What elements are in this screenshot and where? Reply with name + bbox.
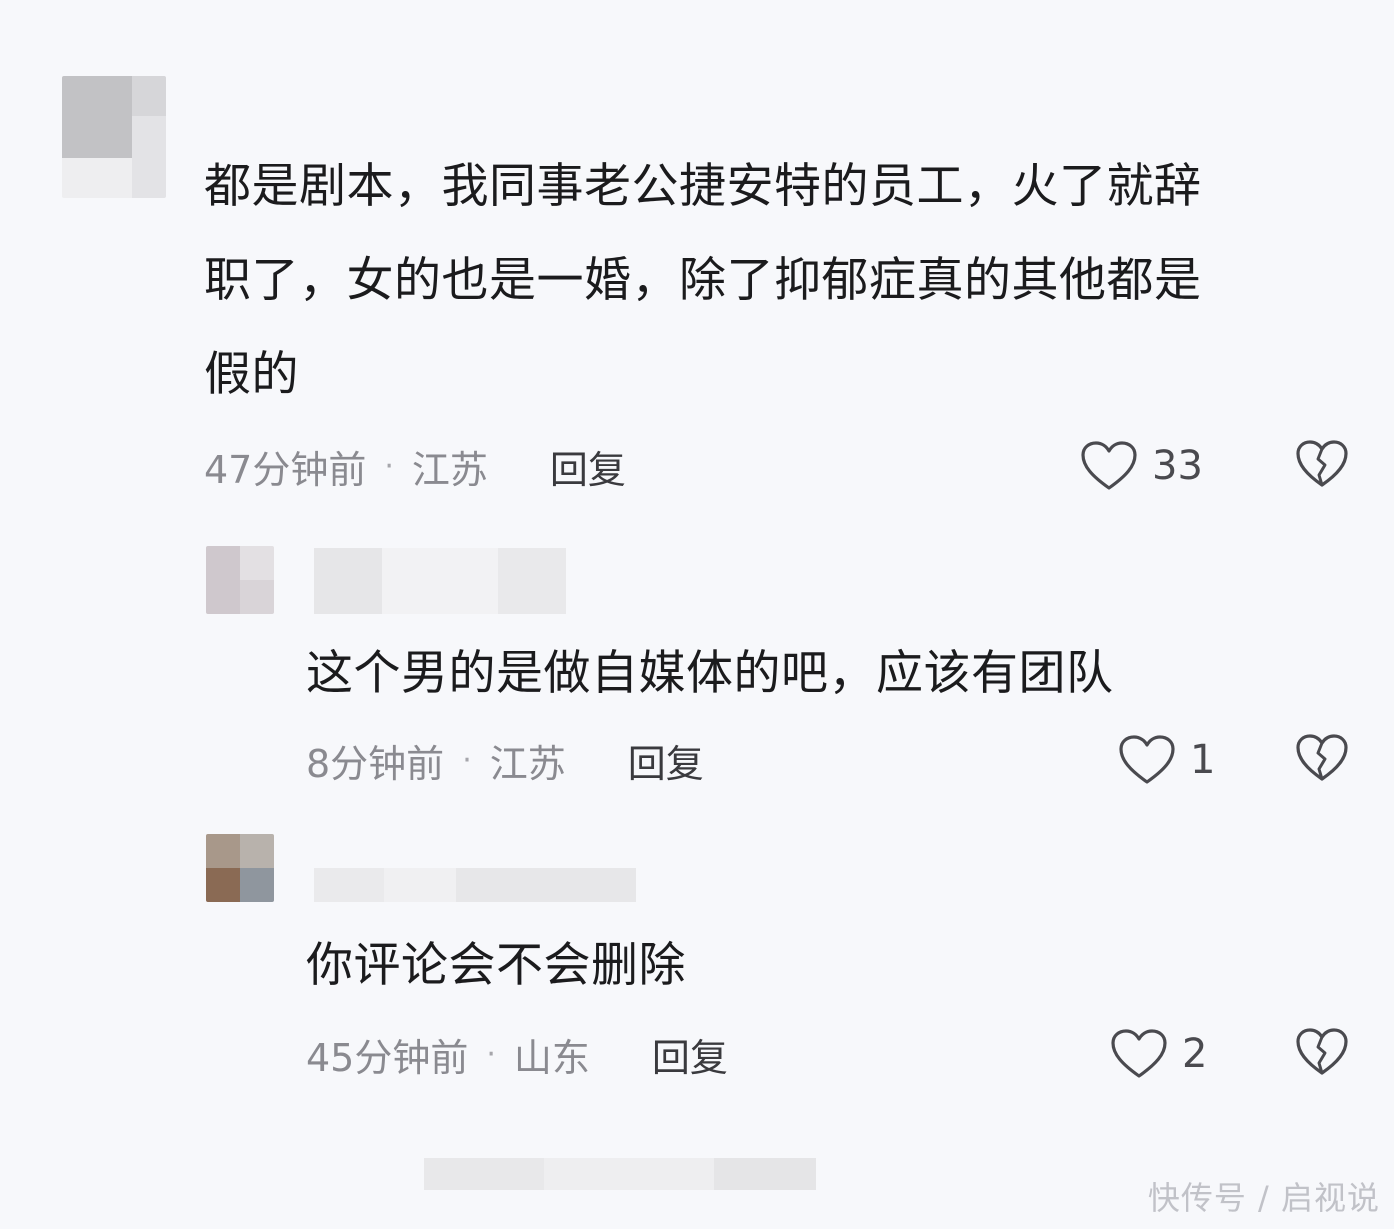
comment-line: 这个男的是做自媒体的吧，应该有团队 (306, 646, 1114, 701)
comment-time: 47分钟前 (204, 447, 367, 492)
comment-text: 你评论会不会删除 (306, 936, 1006, 996)
dislike-button[interactable] (1292, 1024, 1352, 1084)
separator-dot: · (486, 1036, 496, 1072)
avatar[interactable] (62, 76, 166, 198)
like-button[interactable]: 1 (1118, 730, 1215, 790)
reply-button[interactable]: 回复 (628, 733, 704, 788)
broken-heart-icon (1295, 439, 1349, 493)
comment-line: 职了，女的也是一婚，除了抑郁症真的其他都是 (204, 253, 1202, 308)
comment-meta: 47分钟前 · 江苏 回复 (204, 436, 626, 496)
heart-outline-icon (1118, 734, 1176, 786)
avatar[interactable] (206, 834, 274, 902)
username[interactable] (314, 868, 636, 902)
comment-text: 这个男的是做自媒体的吧，应该有团队 (306, 644, 1306, 704)
broken-heart-icon (1295, 733, 1349, 787)
comment-meta: 45分钟前 · 山东 回复 (306, 1024, 728, 1084)
comment-meta: 8分钟前 · 江苏 回复 (306, 730, 704, 790)
collapsed-replies-blur[interactable] (424, 1158, 816, 1190)
separator-dot: · (384, 448, 394, 484)
like-count: 33 (1152, 443, 1203, 489)
reply-button[interactable]: 回复 (550, 439, 626, 494)
dislike-button[interactable] (1292, 436, 1352, 496)
comment-time: 8分钟前 (306, 741, 445, 786)
like-button[interactable]: 2 (1110, 1024, 1207, 1084)
like-count: 1 (1190, 737, 1216, 783)
comment-line: 你评论会不会删除 (306, 938, 686, 993)
broken-heart-icon (1295, 1027, 1349, 1081)
username[interactable] (314, 548, 566, 614)
comment-line: 都是剧本，我同事老公捷安特的员工，火了就辞 (204, 159, 1202, 214)
heart-outline-icon (1080, 440, 1138, 492)
comment-location: 江苏 (489, 741, 566, 786)
comment-line: 假的 (204, 347, 299, 402)
comment-text: 都是剧本，我同事老公捷安特的员工，火了就辞 职了，女的也是一婚，除了抑郁症真的其… (204, 140, 1364, 422)
dislike-button[interactable] (1292, 730, 1352, 790)
like-count: 2 (1182, 1031, 1208, 1077)
avatar[interactable] (206, 546, 274, 614)
comment-location: 山东 (513, 1035, 590, 1080)
watermark: 快传号 / 启视说 (1147, 1179, 1380, 1217)
like-button[interactable]: 33 (1080, 436, 1203, 496)
reply-button[interactable]: 回复 (652, 1027, 728, 1082)
separator-dot: · (462, 742, 472, 778)
comment-location: 江苏 (411, 447, 488, 492)
comment-time: 45分钟前 (306, 1035, 469, 1080)
heart-outline-icon (1110, 1028, 1168, 1080)
